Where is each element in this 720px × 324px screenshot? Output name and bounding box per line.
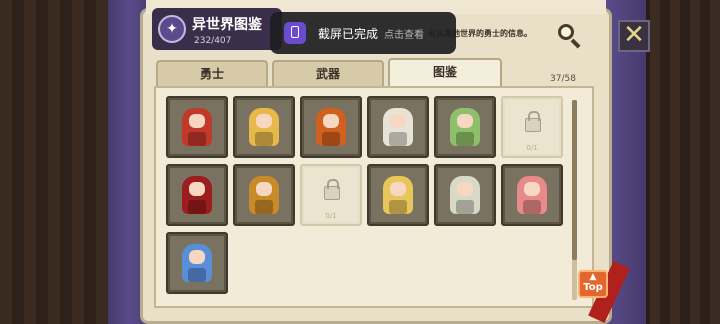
locked-card-progress: 0/1: [526, 144, 538, 152]
top-button[interactable]: ▲ Top: [578, 270, 608, 298]
screenshot-toast[interactable]: 截屏已完成 点击查看: [270, 12, 456, 54]
background-right: [650, 0, 720, 324]
tab-weapons[interactable]: 武器: [272, 60, 384, 86]
arrow-up-icon: ▲: [589, 272, 597, 282]
hero-sprite-icon: [249, 108, 279, 146]
tab-heroes[interactable]: 勇士: [156, 60, 268, 86]
hero-sprite-icon: [182, 244, 212, 282]
hero-sprite-icon: [517, 176, 547, 214]
hero-sprite-icon: [182, 176, 212, 214]
close-button[interactable]: ✕: [618, 20, 650, 52]
hero-sprite-icon: [182, 108, 212, 146]
hero-card[interactable]: [166, 164, 228, 226]
hero-card[interactable]: [434, 164, 496, 226]
hero-card[interactable]: [434, 96, 496, 158]
hero-sprite-icon: [249, 176, 279, 214]
hero-sprite-icon: [450, 108, 480, 146]
magnifier-icon[interactable]: [556, 22, 582, 49]
top-button-label: Top: [583, 282, 603, 293]
hero-card[interactable]: [367, 164, 429, 226]
lock-icon: [525, 111, 541, 132]
hero-card[interactable]: [300, 96, 362, 158]
codex-title: 异世界图鉴: [192, 17, 262, 33]
codex-collection-count: 232/407: [194, 36, 232, 46]
toast-message: 截屏已完成: [318, 27, 379, 41]
locked-card-progress: 0/1: [325, 212, 337, 220]
locked-hero-card[interactable]: 0/1: [300, 164, 362, 226]
codex-header: ✦ 异世界图鉴 232/407: [152, 8, 282, 50]
hero-sprite-icon: [450, 176, 480, 214]
portal-emblem-icon: ✦: [158, 15, 186, 43]
lock-icon: [324, 179, 340, 200]
tab-codex[interactable]: 图鉴: [388, 58, 502, 86]
hero-card[interactable]: [166, 96, 228, 158]
hero-card[interactable]: [166, 232, 228, 294]
hero-sprite-icon: [316, 108, 346, 146]
screenshot-icon: [284, 22, 306, 44]
background-left: [0, 0, 110, 324]
hero-sprite-icon: [383, 176, 413, 214]
toast-view-link[interactable]: 点击查看: [384, 26, 424, 41]
hero-sprite-icon: [383, 108, 413, 146]
hero-card[interactable]: [367, 96, 429, 158]
hero-card[interactable]: [233, 96, 295, 158]
hero-card[interactable]: [501, 164, 563, 226]
tab-progress-count: 37/58: [550, 74, 576, 84]
scrollbar[interactable]: [572, 100, 577, 300]
hero-card[interactable]: [233, 164, 295, 226]
locked-hero-card[interactable]: 0/1: [501, 96, 563, 158]
scrollbar-thumb[interactable]: [572, 100, 577, 260]
